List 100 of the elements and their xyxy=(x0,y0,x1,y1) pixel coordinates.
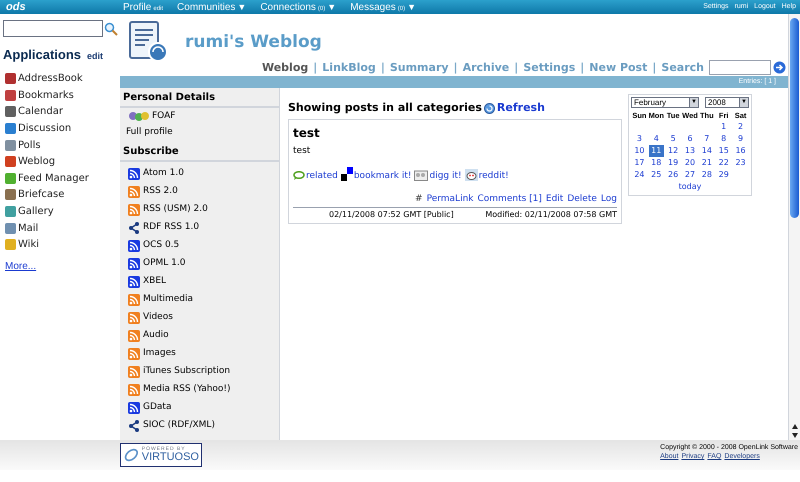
squares-icon xyxy=(340,167,353,181)
post-link[interactable]: Comments [1] xyxy=(478,193,542,206)
sidebar-item[interactable]: Polls xyxy=(18,138,41,153)
calendar-day[interactable]: 20 xyxy=(682,157,698,170)
calendar-day[interactable]: 21 xyxy=(698,157,716,170)
calendar-day[interactable]: 11 xyxy=(648,145,664,158)
calendar-day[interactable]: 5 xyxy=(664,133,682,146)
scrollbar[interactable] xyxy=(788,14,800,440)
full-profile-link[interactable]: Full profile xyxy=(120,126,173,139)
sidebar-item[interactable]: Calendar xyxy=(18,104,63,120)
feed-icon xyxy=(128,240,140,252)
calendar-day[interactable]: 4 xyxy=(648,133,665,146)
feed-link[interactable]: RDF RSS 1.0 xyxy=(143,220,200,234)
feed-link[interactable]: Images xyxy=(143,346,176,360)
refresh-link[interactable]: Refresh xyxy=(496,100,545,116)
foaf-link[interactable]: FOAF xyxy=(152,110,176,124)
calendar-day[interactable]: 1 xyxy=(715,121,732,134)
menu-item[interactable]: Connections xyxy=(260,0,316,14)
sidebar-item[interactable]: AddressBook xyxy=(18,71,83,86)
go-icon[interactable] xyxy=(773,61,786,74)
more-link[interactable]: More... xyxy=(5,259,36,274)
calendar-day[interactable]: 6 xyxy=(682,133,698,146)
calendar-day[interactable]: 27 xyxy=(682,169,698,182)
nav-link[interactable]: Weblog xyxy=(262,60,308,76)
anchor-link[interactable]: # xyxy=(415,193,423,206)
site-logo[interactable]: ods xyxy=(6,0,26,16)
calendar-day[interactable]: 25 xyxy=(648,169,665,182)
calendar-day[interactable]: 15 xyxy=(715,145,732,158)
menu-item[interactable]: Profile xyxy=(123,0,152,14)
feed-link[interactable]: RSS 2.0 xyxy=(143,184,178,198)
feed-link[interactable]: Audio xyxy=(143,328,169,342)
people-icon xyxy=(128,111,150,122)
calendar-day[interactable]: 18 xyxy=(648,157,665,170)
post-link[interactable]: Delete xyxy=(567,193,597,206)
separator: | xyxy=(313,60,318,76)
feed-link[interactable]: GData xyxy=(143,400,172,414)
post-date: 02/11/2008 07:52 GMT [Public] xyxy=(329,208,454,220)
sidebar-item[interactable]: Bookmarks xyxy=(18,88,74,103)
calendar-day[interactable]: 3 xyxy=(631,133,648,146)
calendar-day[interactable]: 13 xyxy=(682,145,698,158)
search-field[interactable] xyxy=(3,20,103,37)
post-link[interactable]: PermaLink xyxy=(426,193,474,206)
share-link[interactable]: related xyxy=(306,172,338,181)
posts-heading: Showing posts in all categories xyxy=(288,100,482,116)
caret-icon[interactable]: ▼ xyxy=(407,0,416,14)
caret-icon[interactable]: ▼ xyxy=(237,0,246,14)
blog-title: rumi's Weblog xyxy=(185,31,322,54)
alien-icon xyxy=(464,169,478,181)
feed-link[interactable]: OCS 0.5 xyxy=(143,238,180,252)
today-link[interactable]: today xyxy=(678,181,702,194)
post-title[interactable]: test xyxy=(293,124,320,142)
search-icon[interactable] xyxy=(104,22,118,36)
feed-link[interactable]: iTunes Subscription xyxy=(143,364,230,378)
feed-link[interactable]: Videos xyxy=(143,310,173,324)
feed-link[interactable]: OPML 1.0 xyxy=(143,256,186,270)
calendar-day[interactable]: 24 xyxy=(631,169,648,182)
feed-link[interactable]: SIOC (RDF/XML) xyxy=(143,418,215,432)
caret-icon[interactable]: ▼ xyxy=(327,0,336,14)
calendar-day[interactable]: 26 xyxy=(664,169,682,182)
calendar-day[interactable]: 7 xyxy=(698,133,716,146)
sidebar-item[interactable]: Weblog xyxy=(18,154,56,170)
calendar-day[interactable]: 9 xyxy=(732,133,749,146)
calendar-day[interactable]: 14 xyxy=(698,145,716,158)
calendar-day[interactable]: 28 xyxy=(698,169,716,182)
sidebar-item[interactable]: Gallery xyxy=(18,204,54,220)
calendar-day[interactable]: 22 xyxy=(715,157,732,170)
calendar-day[interactable]: 17 xyxy=(631,157,648,170)
calendar-day[interactable]: 2 xyxy=(732,121,749,134)
sidebar-item[interactable]: Discussion xyxy=(18,121,72,136)
calendar-day[interactable]: 16 xyxy=(732,145,749,158)
calendar-day[interactable]: 10 xyxy=(631,145,648,158)
calendar-day[interactable]: 12 xyxy=(664,145,682,158)
share-icon xyxy=(128,420,140,432)
feed-link[interactable]: Multimedia xyxy=(143,292,194,306)
feed-link[interactable]: XBEL xyxy=(143,274,166,288)
calendar-day[interactable]: 29 xyxy=(715,169,732,182)
edit-link[interactable]: edit xyxy=(87,50,104,64)
calendar-day[interactable]: 19 xyxy=(664,157,682,170)
sidebar-item[interactable]: Briefcase xyxy=(18,187,64,202)
feed-icon xyxy=(128,366,140,378)
feed-link[interactable]: Atom 1.0 xyxy=(143,166,184,180)
feed-icon xyxy=(128,276,140,288)
scroll-arrows-icon[interactable] xyxy=(790,422,798,440)
menu-item[interactable]: Messages xyxy=(350,0,396,14)
share-link[interactable]: reddit! xyxy=(478,172,509,181)
calendar-day[interactable]: 8 xyxy=(715,133,732,146)
share-link[interactable]: bookmark it! xyxy=(354,172,412,181)
sidebar-item[interactable]: Mail xyxy=(18,220,38,236)
search-field[interactable] xyxy=(709,60,771,76)
menu-item[interactable]: Communities xyxy=(177,0,236,14)
post-link[interactable]: Edit xyxy=(546,193,564,206)
sidebar-item[interactable]: Feed Manager xyxy=(18,170,89,186)
feed-link[interactable]: Media RSS (Yahoo!) xyxy=(143,382,231,396)
calendar-day[interactable]: 23 xyxy=(732,157,749,170)
refresh-icon[interactable] xyxy=(484,102,495,114)
sidebar-item[interactable]: Wiki xyxy=(18,237,40,252)
feed-link[interactable]: RSS (USM) 2.0 xyxy=(143,202,208,216)
post-link[interactable]: Log xyxy=(600,193,617,206)
share-icon xyxy=(128,222,140,234)
share-link[interactable]: digg it! xyxy=(429,172,462,181)
